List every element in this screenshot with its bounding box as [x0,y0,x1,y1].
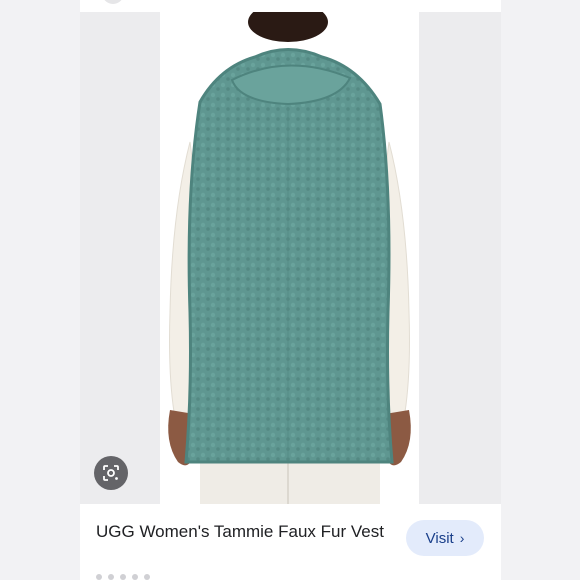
search-result-card[interactable]: UGG Women's Tammie Faux Fur Vest Visit › [80,0,501,580]
visit-label: Visit [425,529,454,547]
star-icon [108,574,114,580]
star-icon [144,574,150,580]
star-icon [96,574,102,580]
vest-photo-illustration [168,12,411,504]
product-title[interactable]: UGG Women's Tammie Faux Fur Vest [96,520,396,544]
visit-button[interactable]: Visit › [406,520,484,556]
chevron-right-icon: › [459,530,465,546]
star-icon [132,574,138,580]
google-lens-icon [103,465,119,481]
previous-card-edge [102,0,124,4]
star-icon [120,574,126,580]
google-lens-button[interactable] [94,456,128,490]
product-image-area[interactable] [80,12,501,504]
product-photo[interactable] [160,12,419,504]
card-top-edge [80,0,501,12]
rating-stars-partial [96,574,150,580]
